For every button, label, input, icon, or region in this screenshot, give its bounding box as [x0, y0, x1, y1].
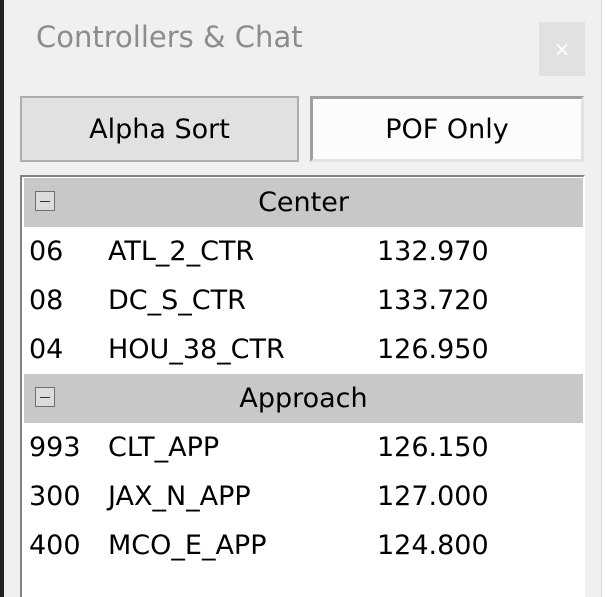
close-button[interactable]: ×	[539, 22, 585, 76]
group-header-approach[interactable]: Approach	[24, 374, 583, 423]
controller-frequency: 132.970	[377, 236, 489, 267]
list-item[interactable]: 08 DC_S_CTR 133.720	[22, 276, 583, 325]
controller-frequency: 126.950	[377, 334, 489, 365]
group-header-center[interactable]: Center	[24, 178, 583, 227]
controller-callsign: DC_S_CTR	[108, 285, 246, 316]
controller-frequency: 133.720	[377, 285, 489, 316]
controller-id: 08	[29, 285, 64, 316]
controller-id: 400	[29, 530, 81, 561]
list-item[interactable]: 04 HOU_38_CTR 126.950	[22, 325, 583, 374]
window-left-border	[0, 0, 4, 597]
controller-frequency: 127.000	[377, 481, 489, 512]
pof-only-toggle[interactable]: POF Only	[310, 96, 584, 162]
controller-callsign: HOU_38_CTR	[108, 334, 285, 365]
close-icon: ×	[553, 37, 571, 61]
controller-id: 06	[29, 236, 64, 267]
list-item[interactable]: 06 ATL_2_CTR 132.970	[22, 227, 583, 276]
list-item[interactable]: 300 JAX_N_APP 127.000	[22, 472, 583, 521]
controller-id: 300	[29, 481, 81, 512]
controller-id: 04	[29, 334, 64, 365]
controllers-chat-window: Controllers & Chat × Alpha Sort POF Only…	[0, 0, 606, 597]
controller-id: 993	[29, 432, 81, 463]
controller-callsign: ATL_2_CTR	[108, 236, 255, 267]
controller-callsign: CLT_APP	[108, 432, 220, 463]
window-title: Controllers & Chat	[36, 20, 303, 54]
group-label: Center	[258, 187, 349, 218]
group-label: Approach	[239, 383, 368, 414]
controller-frequency: 126.150	[377, 432, 489, 463]
controllers-list[interactable]: Center 06 ATL_2_CTR 132.970 08 DC_S_CTR …	[20, 175, 585, 597]
window-right-divider	[601, 0, 602, 597]
list-item[interactable]: 993 CLT_APP 126.150	[22, 423, 583, 472]
list-item[interactable]: 400 MCO_E_APP 124.800	[22, 521, 583, 570]
alpha-sort-button[interactable]: Alpha Sort	[20, 96, 299, 162]
controller-callsign: JAX_N_APP	[108, 481, 251, 512]
controller-callsign: MCO_E_APP	[108, 530, 267, 561]
controller-frequency: 124.800	[377, 530, 489, 561]
